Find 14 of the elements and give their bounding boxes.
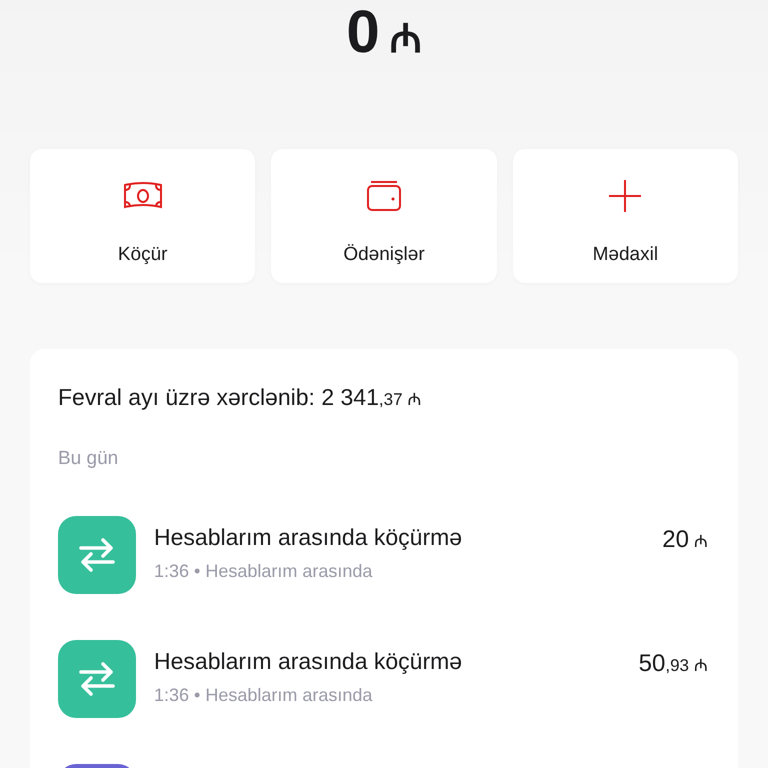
- transaction-amount: 50,93 ₼: [638, 649, 708, 678]
- action-button[interactable]: Köçür: [30, 149, 256, 283]
- transaction-details: 1:36 • Hesablarım arasında: [154, 685, 374, 706]
- action-button[interactable]: Ödənişlər: [271, 149, 497, 283]
- action-button[interactable]: Mədaxil: [512, 149, 738, 283]
- transaction-title: Hesablarım arasında köçürmə: [154, 524, 464, 551]
- balance-amount: 0 ₼: [346, 2, 422, 67]
- transaction-details: 1:36 • Hesablarım arasında: [154, 561, 374, 582]
- monthly-spending: Fevral ayı üzrə xərclənib: 2 341,37 ₼: [58, 383, 423, 412]
- transfer-arrows-icon: [77, 661, 117, 697]
- section-heading: Bu gün: [58, 448, 120, 470]
- transfer-arrows-icon: [77, 537, 117, 573]
- transaction-title: Hesablarım arasında köçürmə: [154, 648, 464, 675]
- transaction-amount: 20 ₼: [662, 525, 708, 554]
